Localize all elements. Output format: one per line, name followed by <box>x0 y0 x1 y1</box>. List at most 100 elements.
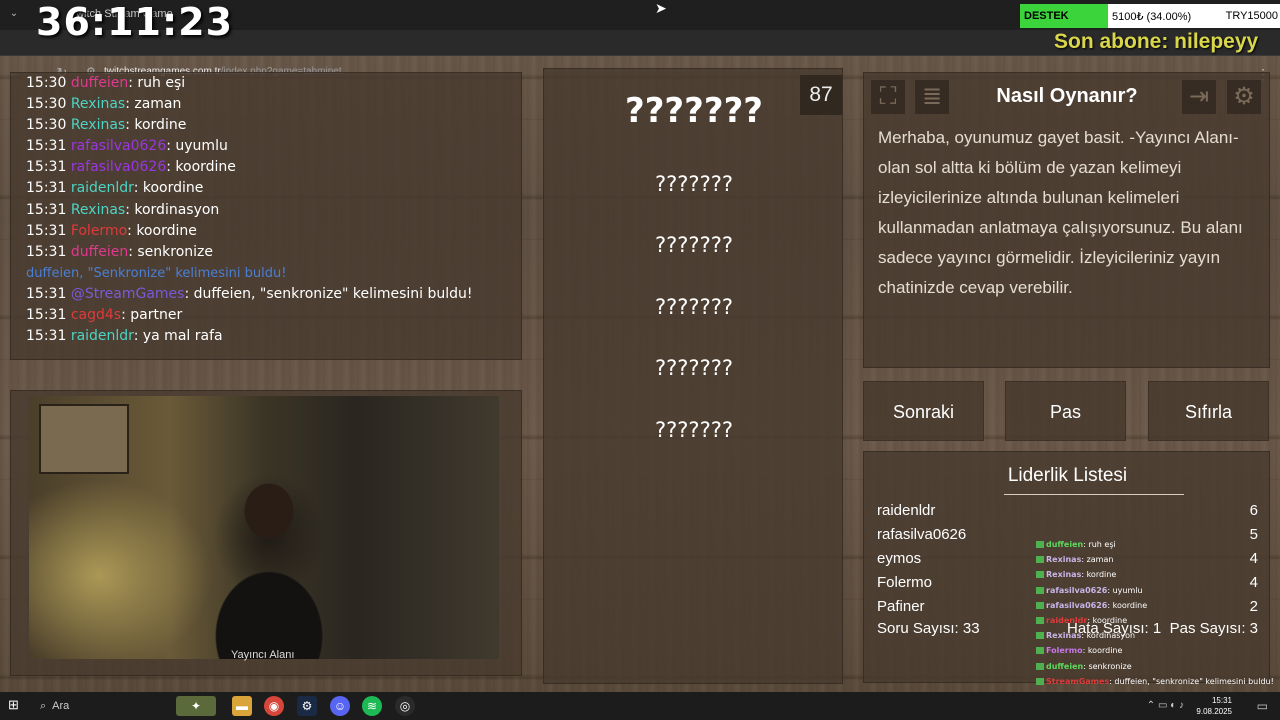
overlay-chat-message: StreamGames: duffeien, "senkronize" keli… <box>1036 674 1276 689</box>
pass-button[interactable]: Pas <box>1005 381 1126 441</box>
forbidden-word: ??????? <box>654 356 734 380</box>
chat-text: : ruh eşi <box>128 75 186 91</box>
chat-message: 15:30 Rexinas: zaman <box>26 94 521 115</box>
chat-time: 15:31 <box>26 307 67 324</box>
chat-message: 15:31 rafasilva0626: koordine <box>26 157 521 178</box>
overlay-chat-text: : ruh eşi <box>1083 540 1116 549</box>
chat-text: : duffeien, "senkronize" kelimesini buld… <box>184 285 473 302</box>
taskbar-clock[interactable]: 15:31 9.08.2025 <box>1196 695 1232 717</box>
player-name: eymos <box>877 550 922 567</box>
chat-time: 15:31 <box>26 180 67 197</box>
spotify-icon[interactable]: ≋ <box>362 696 382 716</box>
overlay-chat-username: duffeien <box>1046 540 1084 549</box>
chat-username[interactable]: Rexinas <box>71 202 125 218</box>
chat-text: : koordine <box>133 180 204 197</box>
overlay-chat-username: Rexinas <box>1046 555 1082 565</box>
chat-username[interactable]: duffeien <box>71 75 128 91</box>
chat-text: : partner <box>121 307 183 324</box>
player-score: 6 <box>1249 502 1258 519</box>
chat-username[interactable]: rafasilva0626 <box>71 138 166 154</box>
reset-button[interactable]: Sıfırla <box>1148 381 1269 441</box>
tab-list-icon[interactable]: ⌄ <box>6 6 22 22</box>
leaderboard-row: raidenldr 6 <box>877 502 1258 526</box>
chat-username[interactable]: cagd4s <box>71 307 121 323</box>
support-target: TRY15000 <box>1225 10 1278 22</box>
chat-text: : koordine <box>166 159 236 176</box>
chat-username[interactable]: Rexinas <box>71 117 125 133</box>
overlay-chat-text: : kordinasyon <box>1081 631 1136 641</box>
chat-message: 15:31 raidenldr: ya mal rafa <box>26 326 521 347</box>
chat-time: 15:31 <box>26 328 67 345</box>
badge-icon <box>1036 632 1044 640</box>
overlay-chat-username: Folermo <box>1046 646 1083 656</box>
chat-text: : kordine <box>125 117 187 134</box>
chat-message: 15:30 Rexinas: kordine <box>26 115 521 136</box>
chat-time: 15:30 <box>26 75 67 91</box>
chat-message: 15:31 Folermo: koordine <box>26 221 521 242</box>
chat-text: : kordinasyon <box>125 201 220 218</box>
system-tray[interactable]: ⌃ ▭ ◐ ♪ <box>1147 700 1184 711</box>
notification-icon[interactable]: ▭ <box>1257 699 1268 713</box>
chat-text: : ya mal rafa <box>133 328 223 345</box>
player-name: raidenldr <box>877 502 936 519</box>
stream-timer: 36:11:23 <box>36 0 234 44</box>
next-button[interactable]: Sonraki <box>863 381 984 441</box>
windows-start-icon[interactable]: ⊞ <box>8 698 22 712</box>
badge-icon <box>1036 586 1044 594</box>
camera-label: Yayıncı Alanı <box>231 649 295 661</box>
clock-date: 9.08.2025 <box>1196 707 1232 716</box>
steam-icon[interactable]: ⚙ <box>297 696 317 716</box>
overlay-chat-message: duffeien: ruh eşi <box>1036 537 1276 552</box>
overlay-chat-username: rafasilva0626 <box>1046 585 1108 595</box>
badge-icon <box>1036 677 1044 685</box>
chat-text: : koordine <box>127 222 197 239</box>
notes-icon[interactable]: ≣ <box>915 80 949 114</box>
overlay-chat-text: : zaman <box>1081 555 1114 565</box>
support-goal-bar: DESTEK 5100₺ (34.00%) TRY15000 <box>1020 4 1280 28</box>
chat-text: : zaman <box>125 96 182 113</box>
taskbar-search[interactable]: ⌕ Ara <box>32 694 162 718</box>
support-value: 5100₺ (34.00%) <box>1112 11 1192 23</box>
search-label: Ara <box>52 700 70 712</box>
chat-username[interactable]: duffeien <box>71 244 128 260</box>
forbidden-word: ??????? <box>654 295 734 319</box>
chat-time: 15:31 <box>26 201 67 218</box>
chat-username[interactable]: raidenldr <box>71 180 134 196</box>
overlay-chat-text: : koordine <box>1087 615 1128 625</box>
gear-icon[interactable]: ⚙ <box>1227 80 1261 114</box>
overlay-chat-text: : duffeien, "senkronize" kelimesini buld… <box>1109 676 1274 686</box>
game-app-icon[interactable]: ✦ <box>176 696 216 716</box>
support-label: DESTEK <box>1024 10 1069 22</box>
overlay-chat-message: rafasilva0626: koordine <box>1036 598 1276 613</box>
camera-panel: Yayıncı Alanı <box>10 390 522 676</box>
chat-time: 15:30 <box>26 117 67 134</box>
chat-text: : senkronize <box>128 243 214 260</box>
exit-icon[interactable]: ⇥ <box>1182 80 1216 114</box>
search-icon: ⌕ <box>40 700 47 712</box>
main-word: ??????? <box>624 91 764 131</box>
file-explorer-icon[interactable]: ▬ <box>232 696 252 716</box>
chat-username[interactable]: Rexinas <box>71 96 125 112</box>
badge-icon <box>1036 601 1044 609</box>
overlay-chat-message: raidenldr: koordine <box>1036 613 1276 628</box>
chat-time: 15:30 <box>26 96 67 113</box>
chat-username[interactable]: raidenldr <box>71 328 134 344</box>
overlay-chat-username: raidenldr <box>1046 615 1088 625</box>
obs-icon[interactable]: ◎ <box>395 696 415 716</box>
fullscreen-icon[interactable]: ⛶ <box>871 80 905 114</box>
chat-message: 15:31 raidenldr: koordine <box>26 178 521 199</box>
overlay-chat-message: Rexinas: kordine <box>1036 567 1276 582</box>
chrome-icon[interactable]: ◉ <box>264 696 284 716</box>
how-to-play-panel: ⛶ ≣ Nasıl Oynanır? ⇥ ⚙ Merhaba, oyunumuz… <box>863 72 1270 368</box>
overlay-chat-text: : kordine <box>1081 570 1117 580</box>
how-to-play-title: Nasıl Oynanır? <box>996 85 1138 107</box>
last-subscriber: Son abone: nilepeyy <box>1054 30 1259 53</box>
chat-message: 15:31 duffeien: senkronize <box>26 242 521 263</box>
chat-message: 15:30 duffeien: ruh eşi <box>26 73 521 94</box>
chat-message: 15:31 @StreamGames: duffeien, "senkroniz… <box>26 284 521 305</box>
overlay-chat-message: Rexinas: kordinasyon <box>1036 628 1276 643</box>
chat-username[interactable]: Folermo <box>71 223 127 239</box>
discord-icon[interactable]: ☺ <box>330 696 350 716</box>
chat-username[interactable]: @StreamGames <box>71 286 185 302</box>
chat-username[interactable]: rafasilva0626 <box>71 159 166 175</box>
